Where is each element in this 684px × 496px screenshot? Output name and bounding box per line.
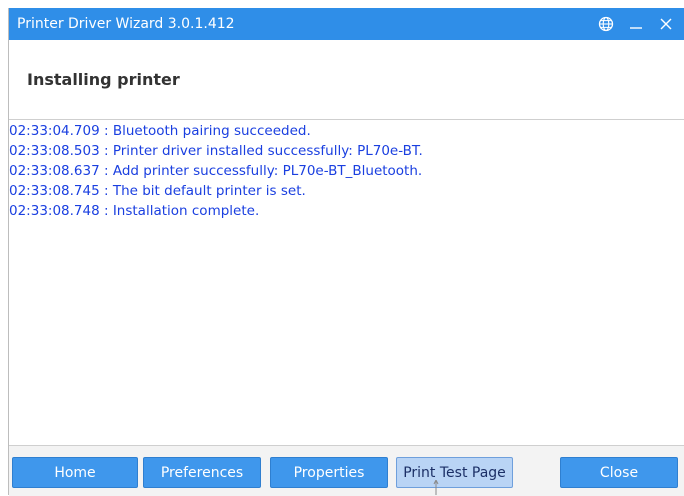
title-bar[interactable]: Printer Driver Wizard 3.0.1.412 — [9, 8, 684, 40]
print-test-page-button[interactable]: Print Test Page — [396, 457, 513, 488]
close-button[interactable]: Close — [560, 457, 678, 488]
log-panel[interactable]: 02:33:04.709 : Bluetooth pairing succeed… — [9, 120, 684, 445]
log-line: 02:33:08.503 : Printer driver installed … — [9, 143, 423, 159]
close-icon[interactable] — [657, 15, 675, 33]
window-controls — [597, 8, 675, 40]
log-line: 02:33:08.745 : The bit default printer i… — [9, 183, 306, 199]
page-title: Installing printer — [27, 70, 180, 89]
minimize-icon[interactable] — [627, 15, 645, 33]
properties-button[interactable]: Properties — [270, 457, 388, 488]
mouse-pointer-icon — [433, 480, 439, 495]
log-line: 02:33:08.748 : Installation complete. — [9, 203, 260, 219]
log-line: 02:33:04.709 : Bluetooth pairing succeed… — [9, 123, 311, 139]
home-button[interactable]: Home — [12, 457, 138, 488]
header-area: Installing printer — [9, 40, 684, 120]
printer-driver-wizard-window: Printer Driver Wizard 3.0.1.412 Installi… — [8, 8, 684, 496]
button-bar: Home Preferences Properties Print Test P… — [9, 445, 684, 496]
globe-icon[interactable] — [597, 15, 615, 33]
window-title: Printer Driver Wizard 3.0.1.412 — [17, 16, 235, 32]
preferences-button[interactable]: Preferences — [143, 457, 261, 488]
log-line: 02:33:08.637 : Add printer successfully:… — [9, 163, 423, 179]
